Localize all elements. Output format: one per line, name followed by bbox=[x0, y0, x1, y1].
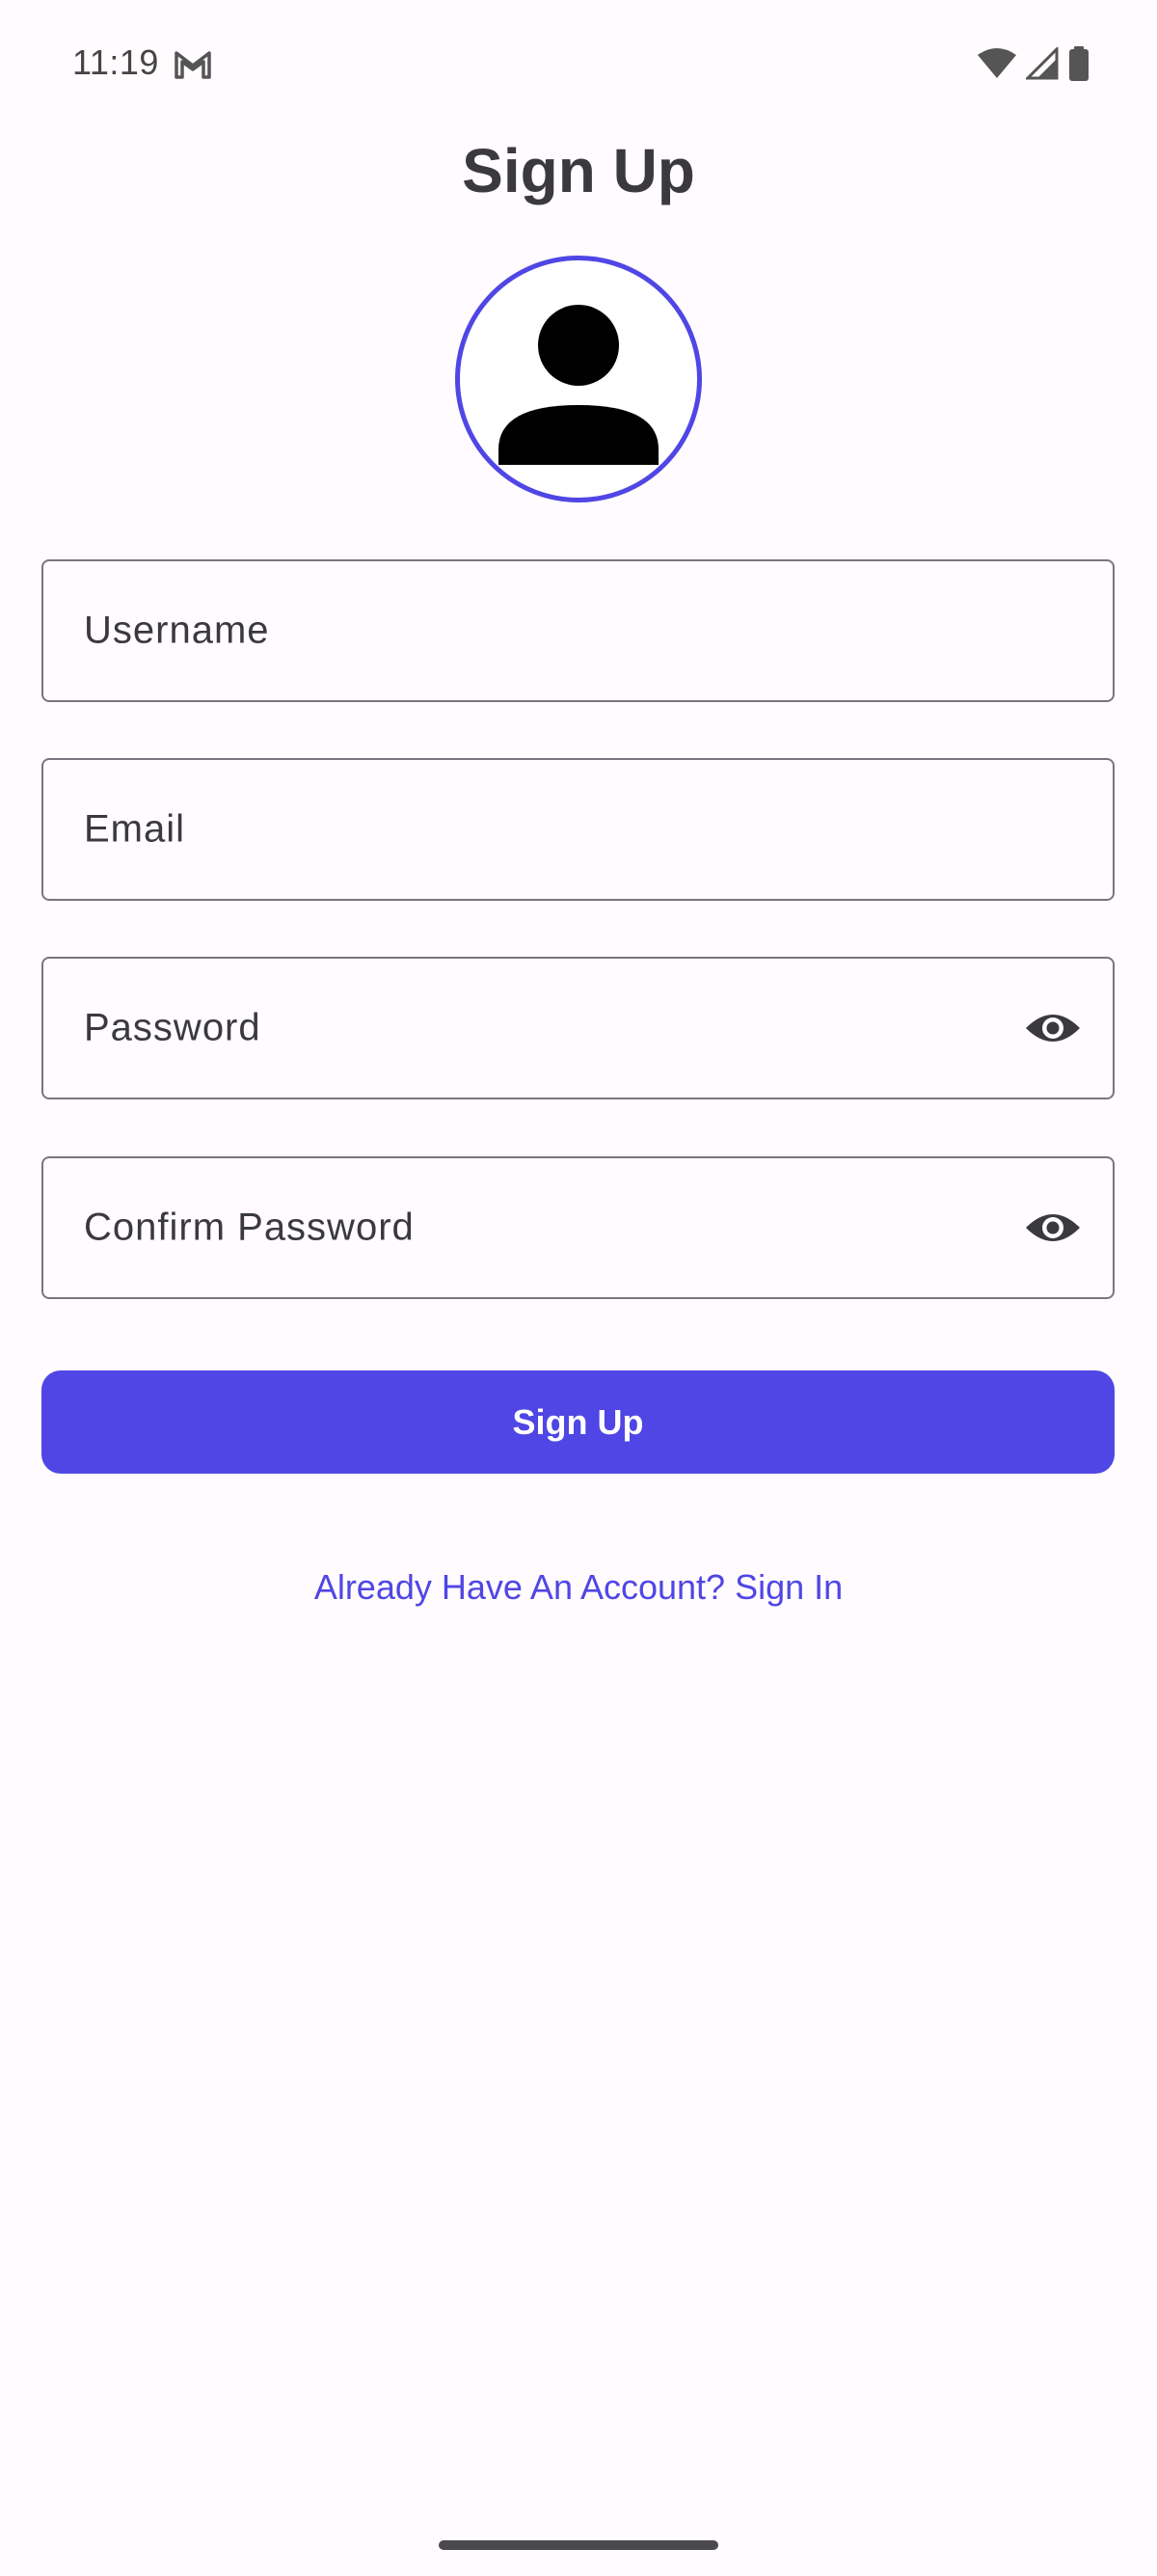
confirm-password-field[interactable]: Confirm Password bbox=[41, 1156, 1115, 1299]
home-indicator[interactable] bbox=[439, 2540, 718, 2550]
email-field[interactable]: Email bbox=[41, 758, 1115, 901]
cell-signal-icon bbox=[1026, 47, 1059, 80]
status-time: 11:19 bbox=[72, 42, 159, 82]
signup-screen: 11:19 Sign Up Username Email Password Co… bbox=[0, 0, 1157, 2576]
confirm-password-placeholder: Confirm Password bbox=[84, 1206, 415, 1249]
status-icons bbox=[978, 44, 1090, 83]
eye-icon bbox=[1026, 1015, 1080, 1042]
username-field[interactable]: Username bbox=[41, 559, 1115, 702]
password-placeholder: Password bbox=[84, 1006, 261, 1049]
email-placeholder: Email bbox=[84, 807, 186, 851]
eye-icon bbox=[1026, 1214, 1080, 1241]
username-placeholder: Username bbox=[84, 609, 270, 652]
status-bar: 11:19 bbox=[0, 0, 1157, 125]
wifi-icon bbox=[978, 47, 1016, 80]
person-icon bbox=[498, 305, 659, 465]
password-field[interactable]: Password bbox=[41, 957, 1115, 1099]
password-visibility-toggle[interactable] bbox=[1022, 997, 1084, 1059]
gmail-icon bbox=[174, 48, 212, 79]
confirm-password-visibility-toggle[interactable] bbox=[1022, 1197, 1084, 1259]
page-title: Sign Up bbox=[462, 136, 695, 205]
avatar-picker[interactable] bbox=[455, 256, 702, 502]
signup-button-label: Sign Up bbox=[512, 1401, 644, 1442]
signin-link[interactable]: Already Have An Account? Sign In bbox=[0, 1567, 1157, 1608]
battery-icon bbox=[1068, 46, 1090, 81]
signup-button[interactable]: Sign Up bbox=[41, 1370, 1115, 1474]
